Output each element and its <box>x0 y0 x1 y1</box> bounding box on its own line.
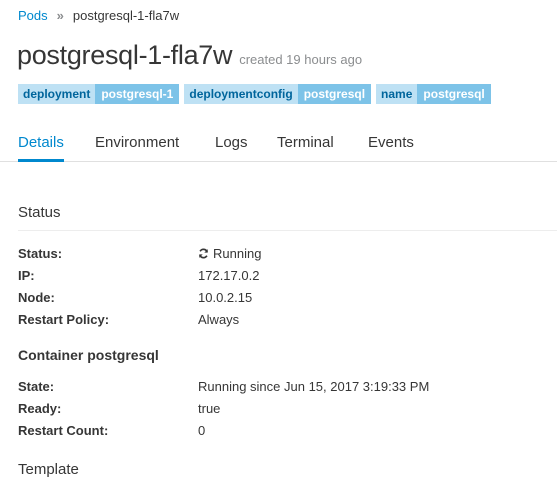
restart-policy-label: Restart Policy: <box>18 312 110 327</box>
ip-value: 172.17.0.2 <box>198 268 260 283</box>
restart-policy-value: Always <box>198 312 240 327</box>
node-label: Node: <box>18 290 55 305</box>
state-value: Running since Jun 15, 2017 3:19:33 PM <box>198 379 430 394</box>
label-value[interactable]: postgresql <box>417 84 491 104</box>
ready-label: Ready: <box>18 401 62 416</box>
tab-logs[interactable]: Logs <box>215 126 248 160</box>
ready-value: true <box>198 401 221 416</box>
label-key[interactable]: name <box>376 84 418 104</box>
label-key[interactable]: deployment <box>18 84 96 104</box>
breadcrumb-separator-icon: » <box>56 7 64 23</box>
container-heading: Container postgresql <box>18 347 159 363</box>
template-heading: Template <box>18 461 79 478</box>
label-value[interactable]: postgresql-1 <box>95 84 180 104</box>
tab-terminal[interactable]: Terminal <box>277 126 334 160</box>
restart-count-value: 0 <box>198 423 206 438</box>
breadcrumb-pods-link[interactable]: Pods <box>18 8 48 23</box>
node-value: 10.0.2.15 <box>198 290 253 305</box>
breadcrumb: Pods » postgresql-1-fla7w <box>18 5 179 25</box>
refresh-icon <box>199 248 208 259</box>
label-name: name postgresql <box>376 84 491 104</box>
label-key[interactable]: deploymentconfig <box>184 84 298 104</box>
tab-events[interactable]: Events <box>368 126 414 160</box>
created-timestamp: created 19 hours ago <box>239 52 363 67</box>
status-divider <box>18 230 557 231</box>
breadcrumb-current: postgresql-1-fla7w <box>72 7 180 23</box>
status-heading: Status <box>18 204 61 221</box>
restart-count-label: Restart Count: <box>18 423 109 438</box>
page-title: postgresql-1-fla7w <box>17 40 233 70</box>
label-value[interactable]: postgresql <box>297 84 372 104</box>
status-label: Status: <box>18 246 63 261</box>
tab-bar: Details Environment Logs Terminal Events <box>0 126 557 162</box>
status-value: Running <box>198 246 261 261</box>
page-header: postgresql-1-fla7w created 19 hours ago <box>17 40 362 71</box>
status-value-text: Running <box>213 246 262 261</box>
label-list: deployment postgresql-1 deploymentconfig… <box>18 84 491 104</box>
ip-label: IP: <box>18 268 35 283</box>
tab-environment[interactable]: Environment <box>95 126 179 160</box>
label-deploymentconfig: deploymentconfig postgresql <box>184 84 372 104</box>
tab-details[interactable]: Details <box>18 126 64 162</box>
label-deployment: deployment postgresql-1 <box>18 84 180 104</box>
state-label: State: <box>18 379 55 394</box>
